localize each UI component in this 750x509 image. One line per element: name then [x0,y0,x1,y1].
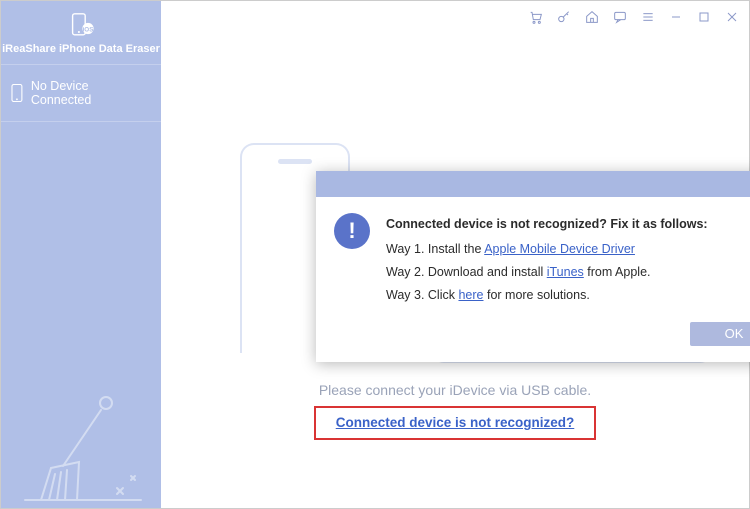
menu-icon[interactable] [639,8,657,26]
brand-icon: iOS [67,11,95,39]
dialog-title: Connected device is not recognized? Fix … [386,213,708,236]
close-button[interactable] [723,8,741,26]
sidebar-decoration [1,388,161,508]
key-icon[interactable] [555,8,573,26]
dialog-text: Connected device is not recognized? Fix … [386,213,708,308]
sidebar: iOS iReaShare iPhone Data Eraser No Devi… [1,1,161,508]
ok-button[interactable]: OK [690,322,750,346]
way2-line: Way 2. Download and install iTunes from … [386,261,708,284]
way3-suffix: for more solutions. [484,288,590,302]
way3-prefix: Way 3. Click [386,288,458,302]
dialog-header: ✕ [316,171,750,197]
way1-prefix: Way 1. Install the [386,242,484,256]
home-icon[interactable] [583,8,601,26]
brand-title: iReaShare iPhone Data Eraser [2,43,160,55]
phone-icon [11,84,23,102]
itunes-link[interactable]: iTunes [547,265,584,279]
way2-prefix: Way 2. Download and install [386,265,547,279]
more-solutions-link[interactable]: here [458,288,483,302]
way3-line: Way 3. Click here for more solutions. [386,284,708,307]
brand-area: iOS iReaShare iPhone Data Eraser [1,1,161,65]
main-area: Please connect your iDevice via USB cabl… [161,1,749,508]
dialog-footer: OK [316,316,750,362]
cart-icon[interactable] [527,8,545,26]
fix-dialog: ✕ ! Connected device is not recognized? … [316,171,750,362]
device-status-label: No Device Connected [31,79,151,107]
alert-icon: ! [334,213,370,249]
svg-text:iOS: iOS [83,26,94,33]
maximize-button[interactable] [695,8,713,26]
minimize-button[interactable] [667,8,685,26]
not-recognized-link[interactable]: Connected device is not recognized? [336,415,575,430]
not-recognized-highlight: Connected device is not recognized? [314,406,597,440]
connect-message: Please connect your iDevice via USB cabl… [319,382,591,398]
apple-driver-link[interactable]: Apple Mobile Device Driver [484,242,635,256]
broom-icon [1,388,161,508]
way2-suffix: from Apple. [584,265,651,279]
app-window: iOS iReaShare iPhone Data Eraser No Devi… [0,0,750,509]
way1-line: Way 1. Install the Apple Mobile Device D… [386,238,708,261]
feedback-icon[interactable] [611,8,629,26]
toolbar [161,1,749,33]
device-status: No Device Connected [1,65,161,122]
dialog-body: ! Connected device is not recognized? Fi… [316,197,750,316]
